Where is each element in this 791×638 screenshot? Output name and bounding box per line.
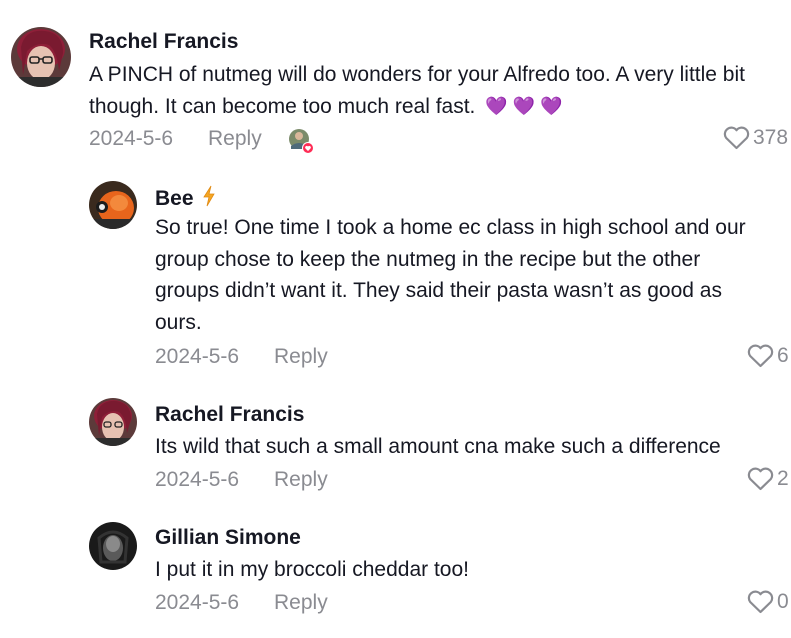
like-button[interactable]: 0 — [747, 590, 789, 614]
comment-date: 2024-5-6 — [89, 127, 174, 150]
comment-text: A PINCH of nutmeg will do wonders for yo… — [89, 59, 791, 122]
comment-username[interactable]: Gillian Simone — [155, 526, 301, 550]
heart-outline-icon — [747, 467, 774, 491]
reply-button[interactable]: Reply — [274, 468, 328, 492]
comment-text-line: group chose to keep the nutmeg in the re… — [155, 247, 701, 271]
avatar-image — [89, 522, 137, 570]
like-count: 2 — [777, 467, 789, 490]
comment-text: So true! One time I took a home ec class… — [155, 212, 785, 338]
reply-button[interactable]: Reply — [274, 591, 328, 615]
comments-thread: Rachel Francis A PINCH of nutmeg will do… — [0, 0, 791, 638]
like-button[interactable]: 2 — [747, 467, 789, 491]
avatar[interactable] — [89, 522, 137, 570]
like-count: 378 — [753, 126, 789, 149]
avatar-image — [11, 27, 71, 87]
comment-text-line: groups didn’t want it. They said their p… — [155, 279, 722, 302]
comment-username[interactable]: Bee — [155, 185, 216, 213]
comment-date: 2024-5-6 — [155, 591, 240, 614]
reply-button[interactable]: Reply — [274, 345, 328, 369]
avatar[interactable] — [11, 27, 71, 87]
creator-liked-reaction-icon — [288, 128, 314, 154]
heart-outline-icon — [723, 126, 750, 150]
comment-text-line: A PINCH of nutmeg will do wonders for yo… — [89, 63, 745, 86]
avatar-image — [89, 398, 137, 446]
comment-date: 2024-5-6 — [155, 468, 240, 491]
username-text: Bee — [155, 187, 194, 210]
avatar[interactable] — [89, 181, 137, 229]
comment-date: 2024-5-6 — [155, 345, 240, 368]
like-button[interactable]: 378 — [723, 126, 788, 150]
comment-text-fragment: though. It can become too much real fast… — [89, 94, 476, 118]
like-count: 0 — [777, 590, 789, 613]
comment-text-line: though. It can become too much real fast… — [89, 91, 791, 123]
heart-outline-icon — [747, 344, 774, 368]
reply-button[interactable]: Reply — [208, 127, 262, 151]
avatar[interactable] — [89, 398, 137, 446]
like-count: 6 — [777, 344, 789, 367]
comment-text-line: So true! One time I took a home ec class… — [155, 216, 746, 239]
heart-outline-icon — [747, 590, 774, 614]
comment-text: Its wild that such a small amount cna ma… — [155, 435, 721, 458]
like-button[interactable]: 6 — [747, 344, 789, 368]
comment-text-line: ours. — [155, 310, 202, 334]
lightning-bolt-icon — [202, 185, 216, 213]
purple-heart-emoji: 💜 💜 💜 — [485, 95, 563, 116]
avatar-image — [89, 181, 137, 229]
comment-text: I put it in my broccoli cheddar too! — [155, 558, 469, 581]
comment-username[interactable]: Rachel Francis — [155, 403, 304, 427]
comment-username[interactable]: Rachel Francis — [89, 30, 238, 54]
